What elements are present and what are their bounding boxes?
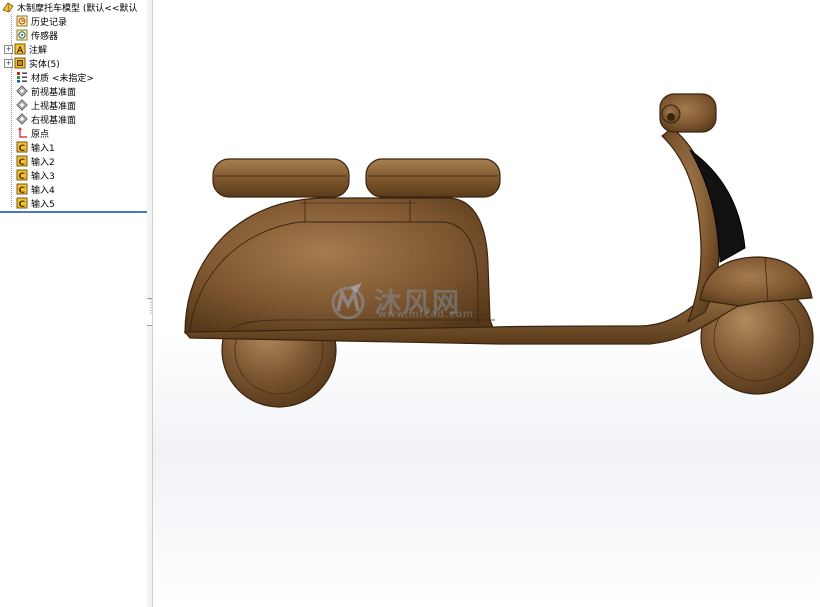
tree-item-label: 输入4: [31, 185, 55, 196]
tree-item-label: 注解: [29, 45, 48, 56]
part-icon: [2, 1, 14, 13]
solid-bodies-icon: [14, 57, 26, 69]
imported-part-icon: C: [16, 183, 28, 196]
svg-text:C: C: [19, 144, 26, 153]
tree-item-label: 材质 <未指定>: [31, 73, 94, 84]
plane-icon: [16, 85, 28, 97]
tree-item-import-5[interactable]: C 输入5: [16, 196, 55, 210]
svg-text:A: A: [17, 46, 24, 55]
imported-part-icon: C: [16, 197, 28, 210]
tree-item-front-plane[interactable]: 前视基准面: [16, 84, 76, 98]
tree-item-label: 右视基准面: [31, 115, 77, 126]
front-seat: [365, 158, 501, 198]
material-icon: [16, 71, 28, 83]
tree-item-import-3[interactable]: C 输入3: [16, 168, 55, 182]
history-icon: [16, 15, 28, 27]
tree-item-import-1[interactable]: C 输入1: [16, 140, 55, 154]
imported-part-icon: C: [16, 141, 28, 154]
imported-part-icon: C: [16, 155, 28, 168]
svg-text:C: C: [19, 200, 26, 209]
svg-text:C: C: [19, 186, 26, 195]
sensor-icon: [16, 29, 28, 41]
tree-item-history[interactable]: 历史记录: [16, 14, 67, 28]
feature-manager-tree: 木制摩托车模型 (默认<<默认 历史记录 传感器 + A 注解 + 实体(5) …: [0, 0, 148, 607]
tree-item-label: 输入2: [31, 157, 55, 168]
tree-item-annotations[interactable]: + A 注解: [4, 42, 47, 56]
watermark-logo-icon: [331, 283, 365, 320]
tree-item-label: 上视基准面: [31, 101, 77, 112]
origin-icon: [16, 127, 28, 139]
tree-item-material[interactable]: 材质 <未指定>: [16, 70, 94, 84]
tree-root-label: 木制摩托车模型 (默认<<默认: [17, 3, 138, 14]
watermark-url: www.mfcad.com: [378, 309, 474, 320]
tree-item-label: 输入1: [31, 143, 55, 154]
watermark: 沐风网 www.mfcad.com: [328, 279, 503, 323]
tree-item-label: 输入3: [31, 171, 55, 182]
tree-root-part[interactable]: 木制摩托车模型 (默认<<默认: [2, 0, 137, 14]
tree-item-top-plane[interactable]: 上视基准面: [16, 98, 76, 112]
tree-item-label: 前视基准面: [31, 87, 77, 98]
tree-item-import-2[interactable]: C 输入2: [16, 154, 55, 168]
splitter-grip-icon[interactable]: ⋮ ⋮: [147, 298, 155, 326]
expand-toggle-icon[interactable]: +: [4, 44, 13, 54]
rollback-bar[interactable]: [0, 211, 147, 213]
tree-item-label: 原点: [31, 129, 50, 140]
tree-item-label: 传感器: [31, 31, 59, 42]
svg-text:C: C: [19, 158, 26, 167]
tree-item-import-4[interactable]: C 输入4: [16, 182, 55, 196]
graphics-viewport[interactable]: 沐风网 www.mfcad.com: [153, 0, 820, 607]
tree-item-label: 输入5: [31, 199, 55, 210]
annotation-icon: A: [14, 43, 26, 56]
rear-seat: [212, 158, 350, 198]
tree-item-label: 历史记录: [31, 17, 68, 28]
plane-icon: [16, 113, 28, 125]
imported-part-icon: C: [16, 169, 28, 182]
tree-item-right-plane[interactable]: 右视基准面: [16, 112, 76, 126]
tree-item-label: 实体(5): [29, 59, 60, 70]
tree-item-origin[interactable]: 原点: [16, 126, 49, 140]
expand-toggle-icon[interactable]: +: [4, 58, 13, 68]
tree-item-sensors[interactable]: 传感器: [16, 28, 58, 42]
tree-item-solid-bodies[interactable]: + 实体(5): [4, 56, 60, 70]
handlebar-head: [659, 93, 717, 133]
plane-icon: [16, 99, 28, 111]
svg-text:C: C: [19, 172, 26, 181]
